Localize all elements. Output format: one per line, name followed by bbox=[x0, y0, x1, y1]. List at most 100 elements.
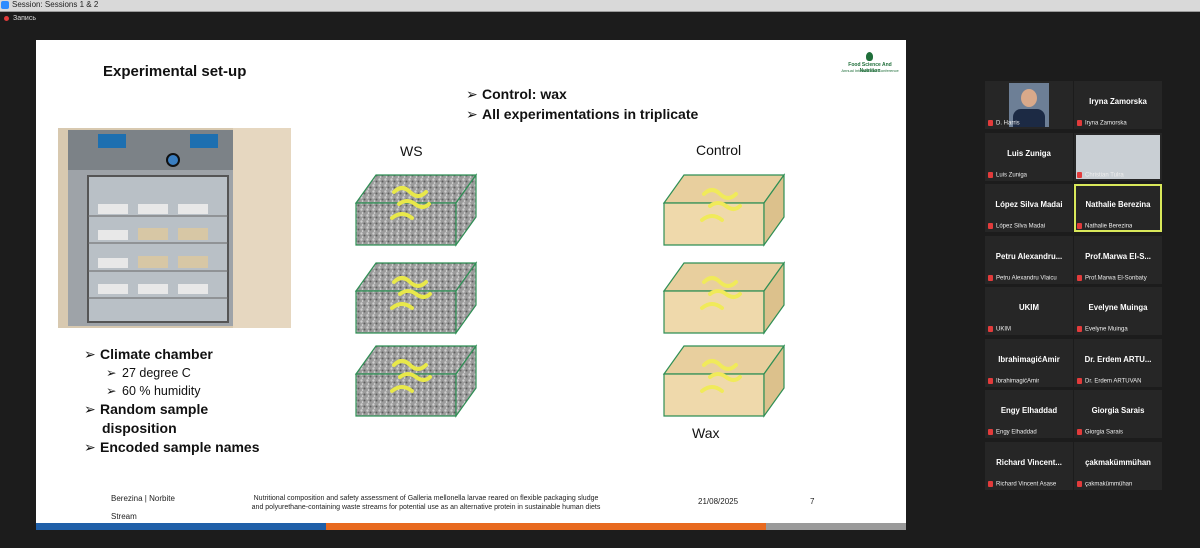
bullet-triplicate: ➢ All experimentations in triplicate bbox=[466, 106, 699, 122]
footer-page-number: 7 bbox=[810, 497, 815, 506]
participant-name: Iryna Zamorska bbox=[1089, 97, 1147, 106]
muted-mic-icon bbox=[1077, 171, 1082, 178]
bullet-random: ➢ Random sample bbox=[84, 401, 209, 417]
participant-label: Giorgia Sarais bbox=[1077, 429, 1123, 436]
muted-mic-icon bbox=[988, 274, 993, 281]
arrow-bullet-icon: ➢ bbox=[84, 439, 96, 455]
participant-tile[interactable]: Iryna Zamorska Iryna Zamorska bbox=[1074, 81, 1162, 129]
control-box-3 bbox=[662, 344, 786, 418]
participant-label: Nathalie Berezina bbox=[1077, 223, 1132, 230]
ws-box-3 bbox=[354, 344, 478, 418]
participant-tile[interactable]: Dr. Erdem ARTU... Dr. Erdem ARTUVAN bbox=[1074, 338, 1162, 387]
ws-box-1 bbox=[354, 173, 478, 247]
muted-mic-icon bbox=[1077, 120, 1082, 127]
participant-name: IbrahimagićAmir bbox=[998, 354, 1060, 364]
muted-mic-icon bbox=[988, 429, 993, 436]
participant-label: Petru Alexandru Vlaicu bbox=[988, 274, 1057, 282]
muted-mic-icon bbox=[1077, 223, 1082, 230]
window-titlebar: Session: Sessions 1 & 2 bbox=[0, 0, 1200, 12]
bullet-control: ➢ Control: wax bbox=[466, 86, 567, 102]
participant-tile[interactable]: Christian Tulra bbox=[1074, 132, 1162, 181]
slide-title: Experimental set-up bbox=[103, 63, 247, 80]
control-label: Control bbox=[696, 142, 742, 158]
participant-tile[interactable]: IbrahimagićAmir IbrahimagićAmir bbox=[985, 338, 1073, 387]
participant-name: Dr. Erdem ARTU... bbox=[1084, 354, 1152, 364]
control-box-1 bbox=[662, 173, 786, 247]
participant-label: Luis Zuniga bbox=[988, 171, 1027, 179]
muted-mic-icon bbox=[1077, 429, 1082, 436]
muted-mic-icon bbox=[988, 377, 993, 384]
bullet-encoded: ➢ Encoded sample names bbox=[84, 439, 260, 455]
footer-bar-blue bbox=[36, 523, 326, 530]
arrow-bullet-icon: ➢ bbox=[84, 401, 96, 417]
arrow-bullet-icon: ➢ bbox=[106, 366, 117, 380]
footer-date: 21/08/2025 bbox=[698, 497, 739, 506]
participant-tile[interactable]: Richard Vincent... Richard Vincent Asase bbox=[985, 441, 1073, 490]
participant-tile[interactable]: Petru Alexandru... Petru Alexandru Vlaicu bbox=[985, 235, 1073, 284]
arrow-bullet-icon: ➢ bbox=[106, 384, 117, 398]
participant-name: López Silva Madai bbox=[995, 200, 1063, 209]
muted-mic-icon bbox=[988, 480, 993, 487]
zoom-app-icon bbox=[1, 1, 9, 9]
participant-label: Iryna Zamorska bbox=[1077, 120, 1127, 127]
participant-label: Richard Vincent Asase bbox=[988, 480, 1056, 488]
bullet-humidity: ➢ 60 % humidity bbox=[106, 384, 201, 398]
participant-label: UKIM bbox=[988, 326, 1011, 333]
leaf-icon bbox=[866, 52, 873, 61]
muted-mic-icon bbox=[988, 223, 993, 230]
participant-label: D. Harris bbox=[988, 120, 1020, 127]
participant-tile[interactable]: Engy Elhaddad Engy Elhaddad bbox=[985, 390, 1073, 438]
participant-name: UKIM bbox=[1019, 303, 1039, 312]
participant-name: Prof.Marwa El-S... bbox=[1085, 251, 1151, 261]
participant-label: López Silva Madai bbox=[988, 223, 1045, 230]
participant-name: Evelyne Muinga bbox=[1088, 303, 1148, 312]
recording-label: Запись bbox=[13, 15, 36, 22]
footer-stream: Stream bbox=[111, 512, 137, 521]
participant-name: Petru Alexandru... bbox=[995, 251, 1063, 261]
participant-tile[interactable]: Nathalie Berezina Nathalie Berezina bbox=[1074, 184, 1162, 232]
participant-tile[interactable]: Evelyne Muinga Evelyne Muinga bbox=[1074, 287, 1162, 335]
participant-name: Luis Zuniga bbox=[1007, 148, 1051, 158]
muted-mic-icon bbox=[988, 326, 993, 333]
window-title: Session: Sessions 1 & 2 bbox=[12, 0, 99, 9]
participant-tile[interactable]: D. Harris bbox=[985, 81, 1073, 129]
muted-mic-icon bbox=[1077, 377, 1082, 384]
participant-name: Engy Elhaddad bbox=[1000, 406, 1058, 415]
muted-mic-icon bbox=[1077, 326, 1082, 333]
shared-screen-slide: Experimental set-up Food Science And Nut… bbox=[36, 40, 906, 530]
participant-label: Christian Tulra bbox=[1077, 171, 1124, 179]
participant-name: Nathalie Berezina bbox=[1085, 200, 1151, 209]
participant-tile[interactable]: López Silva Madai López Silva Madai bbox=[985, 184, 1073, 232]
footer-bar-gray bbox=[766, 523, 906, 530]
participant-tile[interactable]: Giorgia Sarais Giorgia Sarais bbox=[1074, 390, 1162, 438]
recording-indicator[interactable]: Запись bbox=[4, 15, 36, 22]
participant-label: Evelyne Muinga bbox=[1077, 326, 1128, 333]
participant-name: Giorgia Sarais bbox=[1091, 406, 1145, 415]
participant-label: Prof.Marwa El-Sonbaty bbox=[1077, 274, 1147, 282]
ws-box-2 bbox=[354, 261, 478, 335]
climate-chamber-photo bbox=[58, 128, 291, 328]
record-dot-icon bbox=[4, 15, 9, 21]
logo-text-2: Annual International Conference bbox=[841, 68, 899, 73]
footer-author: Berezina | Norbite bbox=[111, 494, 175, 503]
muted-mic-icon bbox=[988, 171, 993, 178]
participant-tile[interactable]: Prof.Marwa El-S... Prof.Marwa El-Sonbaty bbox=[1074, 235, 1162, 284]
participant-tile[interactable]: çakmakümmühan çakmakümmühan bbox=[1074, 441, 1162, 490]
conference-logo: Food Science And Nutrition Annual Intern… bbox=[838, 52, 902, 74]
participant-tile[interactable]: Luis Zuniga Luis Zuniga bbox=[985, 132, 1073, 181]
participant-label: IbrahimagićAmir bbox=[988, 377, 1039, 385]
muted-mic-icon bbox=[1077, 480, 1082, 487]
bullet-random-cont: disposition bbox=[102, 420, 177, 436]
control-box-2 bbox=[662, 261, 786, 335]
arrow-bullet-icon: ➢ bbox=[466, 106, 478, 122]
top-bullets: ➢ Control: wax ➢ All experimentations in t… bbox=[466, 84, 698, 124]
participant-name: çakmakümmühan bbox=[1085, 457, 1151, 467]
participant-tile[interactable]: UKIM UKIM bbox=[985, 287, 1073, 335]
left-bullets: ➢ Climate chamber ➢ 27 degree C ➢ 60 % humi… bbox=[84, 345, 260, 457]
footer-description: Nutritional composition and safety asses… bbox=[251, 495, 601, 511]
participant-label: Engy Elhaddad bbox=[988, 429, 1037, 436]
wax-label: Wax bbox=[692, 425, 720, 441]
arrow-bullet-icon: ➢ bbox=[84, 346, 96, 362]
arrow-bullet-icon: ➢ bbox=[466, 86, 478, 102]
muted-mic-icon bbox=[1077, 274, 1082, 281]
